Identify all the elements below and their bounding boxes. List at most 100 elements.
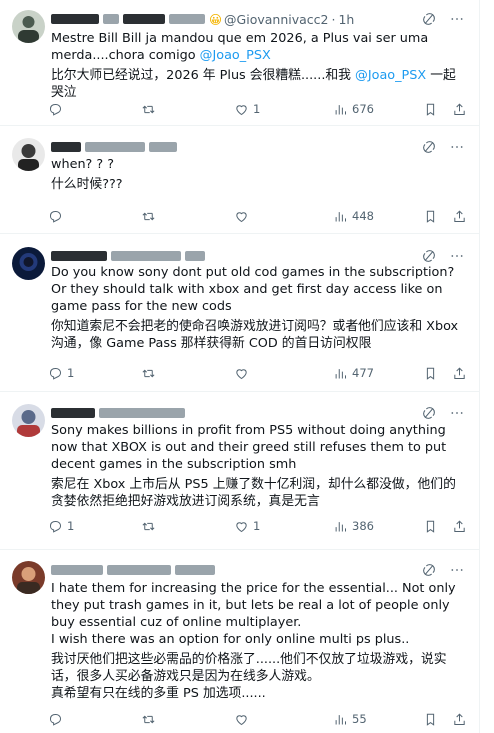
- tweet[interactable]: when? ? ? 什么时候??? 448: [0, 126, 479, 234]
- views-button[interactable]: 676: [333, 102, 374, 117]
- views-button[interactable]: 55: [333, 712, 367, 727]
- retweet-button[interactable]: [141, 102, 160, 117]
- reply-button[interactable]: 1: [48, 366, 74, 381]
- retweet-icon: [141, 102, 156, 117]
- reply-button[interactable]: [48, 712, 67, 727]
- tweet[interactable]: Sony makes billions in profit from PS5 w…: [0, 392, 479, 550]
- redacted-name: [185, 251, 205, 261]
- retweet-button[interactable]: [141, 209, 160, 224]
- like-count: 1: [253, 519, 261, 533]
- like-button[interactable]: 1: [234, 519, 260, 534]
- reply-button[interactable]: [48, 209, 67, 224]
- separator-dot: ·: [331, 11, 336, 27]
- mention-link[interactable]: @Joao_PSX: [200, 48, 271, 63]
- tweet-translation-2: 真希望有只在线的多重 PS 加选项......: [51, 686, 266, 701]
- share-button[interactable]: [452, 209, 467, 224]
- top-icons: [421, 562, 465, 578]
- avatar[interactable]: [12, 561, 45, 594]
- like-button[interactable]: [234, 209, 253, 224]
- redacted-name: [123, 14, 165, 24]
- reply-button[interactable]: 1: [48, 519, 74, 534]
- avatar[interactable]: [12, 138, 45, 171]
- timestamp[interactable]: 1h: [338, 12, 354, 27]
- tweet-actions: 1 1 386: [48, 517, 468, 535]
- reply-count: 1: [67, 366, 75, 380]
- views-button[interactable]: 448: [333, 209, 374, 224]
- more-icon[interactable]: [449, 405, 465, 421]
- share-icon: [452, 712, 467, 727]
- tweet-text-original: Sony makes billions in profit from PS5 w…: [51, 423, 447, 472]
- views-icon: [333, 209, 348, 224]
- grok-icon[interactable]: [421, 11, 437, 27]
- reply-icon: [48, 712, 63, 727]
- bookmark-button[interactable]: [423, 712, 438, 727]
- views-icon: [333, 366, 348, 381]
- avatar[interactable]: [12, 247, 45, 280]
- retweet-icon: [141, 209, 156, 224]
- top-icons: [421, 405, 465, 421]
- tweet[interactable]: 😀 @Giovannivacc2 · 1h Mestre Bill Bill j…: [0, 0, 479, 126]
- tweet-header: [51, 138, 181, 156]
- share-button[interactable]: [452, 366, 467, 381]
- bookmark-button[interactable]: [423, 102, 438, 117]
- more-icon[interactable]: [449, 139, 465, 155]
- view-count: 55: [352, 712, 367, 726]
- like-button[interactable]: [234, 712, 253, 727]
- reply-count: 1: [67, 519, 75, 533]
- share-button[interactable]: [452, 712, 467, 727]
- grok-icon[interactable]: [421, 405, 437, 421]
- bookmark-button[interactable]: [423, 366, 438, 381]
- tweet-actions: 1 477: [48, 364, 468, 382]
- grok-icon[interactable]: [421, 248, 437, 264]
- grok-icon[interactable]: [421, 139, 437, 155]
- reply-icon: [48, 366, 63, 381]
- tweet[interactable]: Do you know sony dont put old cod games …: [0, 234, 479, 392]
- more-icon[interactable]: [449, 11, 465, 27]
- redacted-name: [169, 14, 205, 24]
- reply-button[interactable]: [48, 102, 67, 117]
- tweet-translation: 比尔大师已经说过，2026 年 Plus 会很糟糕......和我 @Joao_…: [51, 67, 461, 101]
- share-button[interactable]: [452, 519, 467, 534]
- bookmark-icon: [423, 366, 438, 381]
- views-icon: [333, 712, 348, 727]
- mention-link[interactable]: @Joao_PSX: [355, 68, 426, 83]
- share-button[interactable]: [452, 102, 467, 117]
- redacted-name: [175, 565, 215, 575]
- redacted-name: [51, 142, 81, 152]
- like-icon: [234, 519, 249, 534]
- redacted-name: [85, 142, 145, 152]
- retweet-icon: [141, 366, 156, 381]
- bookmark-button[interactable]: [423, 519, 438, 534]
- tweet-text-original: I hate them for increasing the price for…: [51, 581, 456, 630]
- redacted-name: [51, 251, 107, 261]
- views-button[interactable]: 477: [333, 366, 374, 381]
- tweet-text-original: when? ? ?: [51, 157, 115, 172]
- avatar[interactable]: [12, 404, 45, 437]
- user-handle[interactable]: @Giovannivacc2: [224, 12, 328, 27]
- like-icon: [234, 366, 249, 381]
- retweet-button[interactable]: [141, 519, 160, 534]
- views-icon: [333, 102, 348, 117]
- retweet-button[interactable]: [141, 712, 160, 727]
- reply-icon: [48, 102, 63, 117]
- like-button[interactable]: 1: [234, 102, 260, 117]
- grok-icon[interactable]: [421, 562, 437, 578]
- top-icons: [421, 139, 465, 155]
- tweet-text: Sony makes billions in profit from PS5 w…: [51, 422, 461, 510]
- retweet-button[interactable]: [141, 366, 160, 381]
- more-icon[interactable]: [449, 562, 465, 578]
- avatar[interactable]: [12, 10, 45, 43]
- emoji-icon: 😀: [209, 11, 223, 27]
- like-icon: [234, 102, 249, 117]
- bookmark-button[interactable]: [423, 209, 438, 224]
- views-icon: [333, 519, 348, 534]
- share-icon: [452, 519, 467, 534]
- tweet[interactable]: I hate them for increasing the price for…: [0, 550, 479, 733]
- tweet-text: when? ? ? 什么时候???: [51, 156, 461, 193]
- more-icon[interactable]: [449, 248, 465, 264]
- views-button[interactable]: 386: [333, 519, 374, 534]
- redacted-name: [99, 408, 185, 418]
- like-button[interactable]: [234, 366, 253, 381]
- redacted-name: [107, 565, 171, 575]
- translation-text: 比尔大师已经说过，2026 年 Plus 会很糟糕......和我: [51, 68, 356, 83]
